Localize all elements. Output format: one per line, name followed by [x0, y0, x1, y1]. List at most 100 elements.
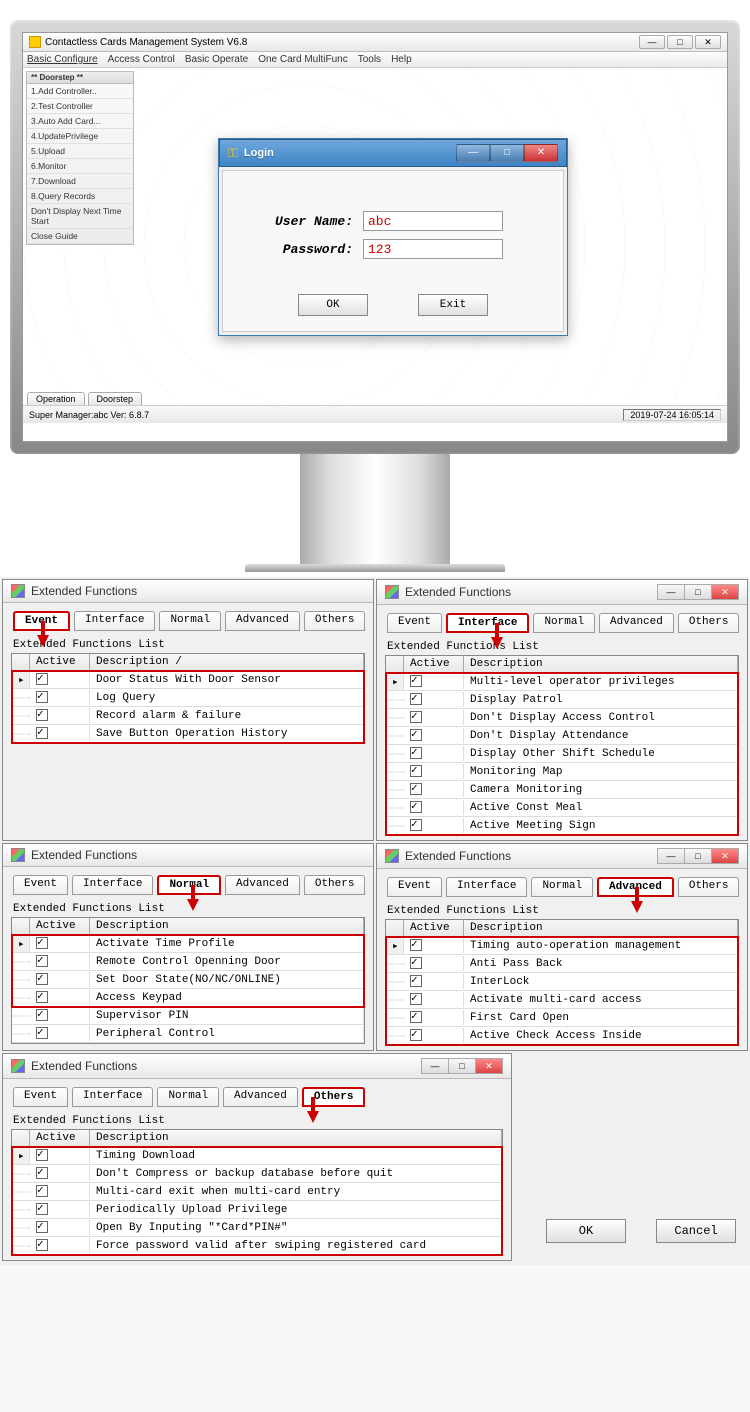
- sidebar-item-test-controller[interactable]: 2.Test Controller: [27, 99, 133, 114]
- tab-interface[interactable]: Interface: [72, 875, 153, 895]
- menu-one-card[interactable]: One Card MultiFunc: [258, 54, 347, 65]
- minimize-button[interactable]: —: [657, 584, 685, 600]
- tab-advanced[interactable]: Advanced: [225, 611, 300, 631]
- checkbox-icon[interactable]: [410, 957, 422, 969]
- checkbox-icon[interactable]: [36, 673, 48, 685]
- maximize-button[interactable]: □: [684, 584, 712, 600]
- login-ok-button[interactable]: OK: [298, 294, 368, 316]
- col-description[interactable]: Description /: [90, 654, 364, 670]
- tab-interface[interactable]: Interface: [446, 613, 529, 633]
- menu-help[interactable]: Help: [391, 54, 412, 65]
- checkbox-icon[interactable]: [410, 1011, 422, 1023]
- active-cell[interactable]: [404, 764, 464, 779]
- checkbox-icon[interactable]: [410, 993, 422, 1005]
- checkbox-icon[interactable]: [410, 783, 422, 795]
- tab-advanced[interactable]: Advanced: [223, 1087, 298, 1107]
- checkbox-icon[interactable]: [410, 975, 422, 987]
- sidebar-item-update-privilege[interactable]: 4.UpdatePrivilege: [27, 129, 133, 144]
- active-cell[interactable]: [404, 818, 464, 833]
- tab-operation[interactable]: Operation: [27, 392, 85, 405]
- close-button[interactable]: ✕: [695, 35, 721, 49]
- active-cell[interactable]: [30, 936, 90, 951]
- checkbox-icon[interactable]: [410, 747, 422, 759]
- active-cell[interactable]: [30, 1220, 90, 1235]
- checkbox-icon[interactable]: [410, 819, 422, 831]
- minimize-button[interactable]: —: [639, 35, 665, 49]
- active-cell[interactable]: [30, 1008, 90, 1023]
- tab-normal[interactable]: Normal: [157, 1087, 219, 1107]
- checkbox-icon[interactable]: [36, 991, 48, 1003]
- login-minimize-button[interactable]: —: [456, 144, 490, 162]
- tab-event[interactable]: Event: [387, 613, 442, 633]
- cancel-button[interactable]: Cancel: [656, 1219, 736, 1243]
- username-input[interactable]: [363, 211, 503, 231]
- sidebar-item-download[interactable]: 7.Download: [27, 174, 133, 189]
- checkbox-icon[interactable]: [36, 1149, 48, 1161]
- checkbox-icon[interactable]: [410, 729, 422, 741]
- col-description[interactable]: Description: [90, 918, 364, 934]
- active-cell[interactable]: [404, 746, 464, 761]
- tab-normal[interactable]: Normal: [531, 877, 593, 897]
- col-active[interactable]: Active: [404, 920, 464, 936]
- menu-tools[interactable]: Tools: [358, 54, 381, 65]
- active-cell[interactable]: [404, 974, 464, 989]
- active-cell[interactable]: [30, 690, 90, 705]
- checkbox-icon[interactable]: [410, 1029, 422, 1041]
- checkbox-icon[interactable]: [36, 709, 48, 721]
- ok-button[interactable]: OK: [546, 1219, 626, 1243]
- tab-interface[interactable]: Interface: [72, 1087, 153, 1107]
- active-cell[interactable]: [404, 992, 464, 1007]
- active-cell[interactable]: [404, 1010, 464, 1025]
- active-cell[interactable]: [30, 672, 90, 687]
- menu-basic-operate[interactable]: Basic Operate: [185, 54, 248, 65]
- tab-doorstep[interactable]: Doorstep: [88, 392, 143, 405]
- tab-interface[interactable]: Interface: [446, 877, 527, 897]
- maximize-button[interactable]: □: [667, 35, 693, 49]
- active-cell[interactable]: [30, 726, 90, 741]
- active-cell[interactable]: [30, 1238, 90, 1253]
- col-active[interactable]: Active: [30, 1130, 90, 1146]
- active-cell[interactable]: [30, 972, 90, 987]
- checkbox-icon[interactable]: [410, 765, 422, 777]
- tab-others[interactable]: Others: [678, 613, 740, 633]
- tab-others[interactable]: Others: [678, 877, 740, 897]
- maximize-button[interactable]: □: [684, 848, 712, 864]
- login-close-button[interactable]: ✕: [524, 144, 558, 162]
- col-active[interactable]: Active: [30, 654, 90, 670]
- checkbox-icon[interactable]: [410, 693, 422, 705]
- tab-advanced[interactable]: Advanced: [225, 875, 300, 895]
- tab-normal[interactable]: Normal: [159, 611, 221, 631]
- checkbox-icon[interactable]: [410, 711, 422, 723]
- checkbox-icon[interactable]: [36, 1027, 48, 1039]
- tab-event[interactable]: Event: [13, 875, 68, 895]
- tab-event[interactable]: Event: [13, 1087, 68, 1107]
- checkbox-icon[interactable]: [36, 1239, 48, 1251]
- active-cell[interactable]: [30, 1026, 90, 1041]
- active-cell[interactable]: [404, 674, 464, 689]
- sidebar-item-add-controller[interactable]: 1.Add Controller..: [27, 84, 133, 99]
- password-input[interactable]: [363, 239, 503, 259]
- login-exit-button[interactable]: Exit: [418, 294, 488, 316]
- checkbox-icon[interactable]: [36, 1203, 48, 1215]
- sidebar-item-auto-add-card[interactable]: 3.Auto Add Card...: [27, 114, 133, 129]
- checkbox-icon[interactable]: [36, 1167, 48, 1179]
- sidebar-item-dont-display[interactable]: Don't Display Next Time Start: [27, 204, 133, 229]
- active-cell[interactable]: [404, 800, 464, 815]
- checkbox-icon[interactable]: [36, 727, 48, 739]
- checkbox-icon[interactable]: [36, 1009, 48, 1021]
- col-active[interactable]: Active: [30, 918, 90, 934]
- active-cell[interactable]: [30, 990, 90, 1005]
- active-cell[interactable]: [30, 1166, 90, 1181]
- active-cell[interactable]: [30, 1148, 90, 1163]
- tab-normal[interactable]: Normal: [157, 875, 221, 895]
- sidebar-item-query-records[interactable]: 8.Query Records: [27, 189, 133, 204]
- active-cell[interactable]: [30, 1202, 90, 1217]
- checkbox-icon[interactable]: [36, 1185, 48, 1197]
- checkbox-icon[interactable]: [36, 691, 48, 703]
- active-cell[interactable]: [404, 710, 464, 725]
- col-active[interactable]: Active: [404, 656, 464, 672]
- checkbox-icon[interactable]: [410, 939, 422, 951]
- checkbox-icon[interactable]: [36, 1221, 48, 1233]
- active-cell[interactable]: [404, 692, 464, 707]
- active-cell[interactable]: [30, 708, 90, 723]
